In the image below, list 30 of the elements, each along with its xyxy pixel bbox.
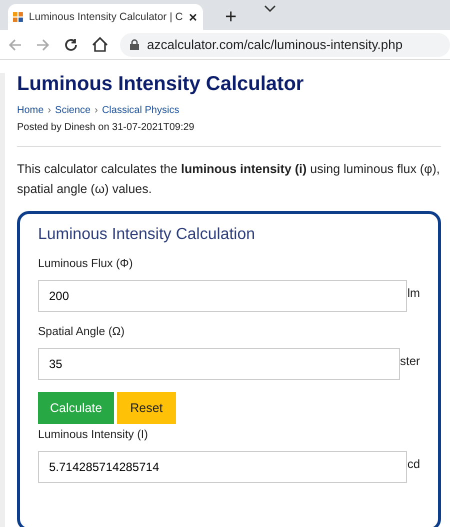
- unit-label: cd: [407, 456, 420, 471]
- url-text: azcalculator.com/calc/luminous-intensity.php: [147, 37, 403, 52]
- new-tab-button[interactable]: +: [225, 6, 237, 28]
- field-label: Luminous Flux (Φ): [38, 258, 134, 270]
- calculator-icon: [13, 9, 23, 25]
- lock-icon: [130, 39, 139, 50]
- breadcrumb-link[interactable]: Classical Physics: [102, 105, 180, 116]
- breadcrumb-separator-icon: ›: [94, 105, 98, 116]
- intro-paragraph: This calculator calculates the luminous intensity (i) using luminous flux (φ), spatial angle (ω) values.: [17, 161, 441, 198]
- posted-by-text: Posted by Dinesh on 31-07-2021T09:29: [17, 122, 196, 133]
- unit-label: ster: [400, 353, 420, 368]
- tab-title: Luminous Intensity Calculator | C: [28, 11, 183, 23]
- calculator-title: Luminous Intensity Calculation: [38, 226, 256, 244]
- address-bar[interactable]: azcalculator.com/calc/luminous-intensity.php: [120, 32, 450, 56]
- reset-button[interactable]: Reset: [117, 392, 176, 424]
- home-icon[interactable]: [92, 37, 108, 52]
- unit-label: lm: [407, 285, 420, 300]
- breadcrumb-separator-icon: ›: [48, 105, 52, 116]
- breadcrumb-link[interactable]: Home: [17, 105, 44, 116]
- result-label: Luminous Intensity (I): [38, 429, 149, 441]
- browser-tab[interactable]: Luminous Intensity Calculator | C ×: [8, 4, 203, 30]
- reload-icon[interactable]: [64, 38, 78, 52]
- close-tab-button[interactable]: ×: [188, 9, 197, 25]
- chevron-down-icon[interactable]: [264, 5, 276, 13]
- input-field[interactable]: 35: [38, 348, 400, 380]
- result-field[interactable]: 5.714285714285714: [38, 451, 408, 483]
- page-title: Luminous Intensity Calculator: [17, 73, 305, 96]
- input-field[interactable]: 200: [38, 280, 408, 312]
- breadcrumb-link[interactable]: Science: [55, 105, 91, 116]
- field-label: Spatial Angle (Ω): [38, 326, 126, 338]
